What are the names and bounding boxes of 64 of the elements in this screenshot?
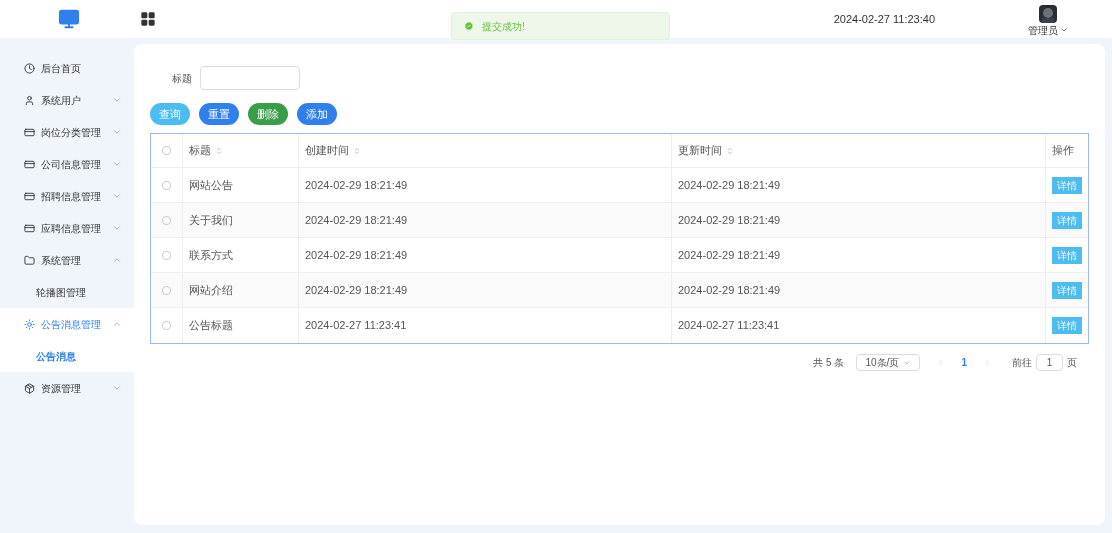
sidebar-item[interactable]: 资源管理	[0, 372, 134, 404]
collapse-icon	[112, 255, 122, 265]
datetime: 2024-02-27 11:23:40	[833, 11, 935, 27]
sidebar-item[interactable]: 招聘信息管理	[0, 180, 134, 212]
expand-icon	[112, 191, 122, 201]
table-cell: 2024-02-29 18:21:49	[672, 238, 1046, 272]
goto-page-input[interactable]: 1	[1036, 354, 1063, 371]
row-checkbox[interactable]	[162, 321, 171, 330]
expand-icon	[112, 383, 122, 393]
table-cell: 2024-02-27 11:23:41	[299, 308, 672, 343]
column-header[interactable]: 操作	[1046, 134, 1088, 167]
caret-icon	[1060, 26, 1068, 34]
sidebar-item[interactable]: 系统用户	[0, 84, 134, 116]
table-cell: 网站介绍	[183, 273, 299, 307]
check-icon	[464, 21, 474, 31]
action-button[interactable]: 重置	[199, 103, 239, 125]
column-header[interactable]: 标题	[183, 134, 299, 167]
table-cell: 2024-02-29 18:21:49	[672, 203, 1046, 237]
table-cell: 2024-02-29 18:21:49	[299, 203, 672, 237]
page-suffix: 页	[1067, 356, 1077, 370]
table-cell: 2024-02-29 18:21:49	[672, 168, 1046, 202]
row-checkbox[interactable]	[162, 250, 171, 260]
expand-icon	[112, 95, 122, 105]
row-checkbox[interactable]	[162, 285, 171, 295]
toast-message: 提交成功!	[482, 19, 525, 34]
expand-icon	[112, 159, 122, 169]
sort-icon[interactable]	[353, 146, 361, 155]
submenu-item[interactable]: 公告消息	[0, 340, 134, 372]
page-number[interactable]: 1	[961, 355, 967, 370]
sidebar-item[interactable]: 系统管理	[0, 244, 134, 276]
table-cell: 2024-02-29 18:21:49	[299, 238, 672, 272]
sidebar-item[interactable]: 公告消息管理	[0, 308, 134, 340]
total-count: 共 5 条	[813, 356, 845, 370]
sidebar-item[interactable]: 公司信息管理	[0, 148, 134, 180]
table-cell: 网站公告	[183, 168, 299, 202]
action-button[interactable]: 添加	[297, 103, 337, 125]
table-cell: 关于我们	[183, 203, 299, 237]
table-cell: 公告标题	[183, 308, 299, 343]
table-cell: 2024-02-29 18:21:49	[299, 273, 672, 307]
field-label: 标题	[172, 71, 192, 86]
next-page-icon[interactable]	[983, 358, 992, 367]
collapse-icon	[112, 319, 122, 329]
sidebar-item[interactable]: 应聘信息管理	[0, 212, 134, 244]
submenu-item[interactable]: 轮播图管理	[0, 276, 134, 308]
expand-icon	[112, 127, 122, 137]
row-checkbox[interactable]	[162, 180, 171, 190]
sidebar-item[interactable]: 后台首页	[0, 52, 134, 84]
expand-icon	[112, 223, 122, 233]
goto-label: 前往	[1012, 356, 1032, 370]
monitor-logo-icon	[58, 8, 80, 30]
title-input[interactable]	[200, 66, 300, 90]
table-cell: 联系方式	[183, 238, 299, 272]
sort-icon[interactable]	[726, 146, 734, 155]
user-menu[interactable]: 管理员	[1028, 22, 1068, 38]
column-header[interactable]: 更新时间	[672, 134, 1046, 167]
table-cell: 2024-02-29 18:21:49	[672, 273, 1046, 307]
table-cell: 2024-02-29 18:21:49	[299, 168, 672, 202]
page-size-select[interactable]: 10条/页	[856, 354, 921, 371]
table-cell: 2024-02-27 11:23:41	[672, 308, 1046, 343]
select-all-checkbox[interactable]	[162, 146, 171, 155]
row-checkbox[interactable]	[162, 215, 171, 225]
column-header[interactable]: 创建时间	[299, 134, 672, 167]
sort-icon[interactable]	[215, 146, 223, 155]
sidebar-item[interactable]: 岗位分类管理	[0, 116, 134, 148]
